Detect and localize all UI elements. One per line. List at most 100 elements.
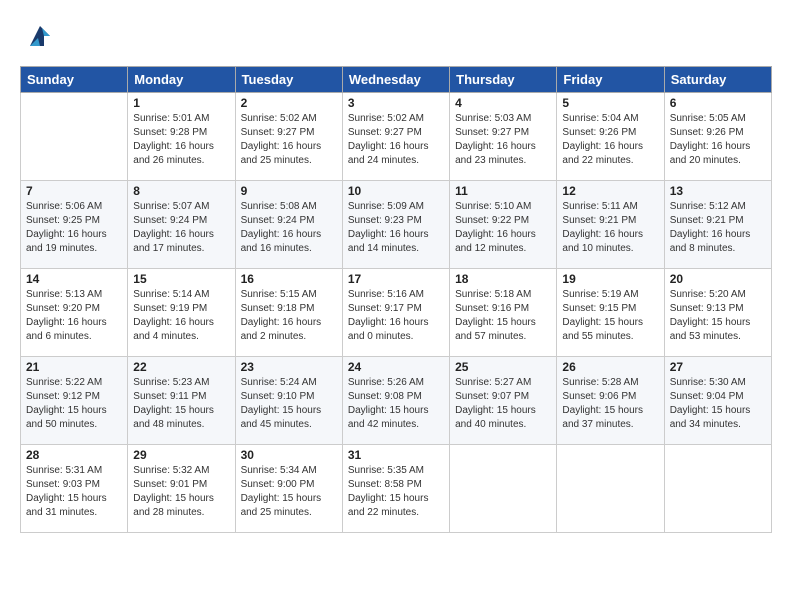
calendar-cell: 3 Sunrise: 5:02 AM Sunset: 9:27 PM Daylig…: [342, 93, 449, 181]
day-info: Sunrise: 5:30 AM Sunset: 9:04 PM Dayligh…: [670, 376, 766, 432]
calendar-cell: 31 Sunrise: 5:35 AM Sunset: 8:58 PM Dayli…: [342, 445, 449, 533]
day-info: Sunrise: 5:11 AM Sunset: 9:21 PM Dayligh…: [562, 200, 658, 256]
day-number: 4: [455, 96, 551, 110]
calendar-cell: [450, 445, 557, 533]
day-info: Sunrise: 5:06 AM Sunset: 9:25 PM Dayligh…: [26, 200, 122, 256]
calendar-cell: 2Sunrise: 5:02 AM Sunset: 9:27 PM Daylig…: [235, 93, 342, 181]
calendar-cell: 1 Sunrise: 5:01 AM Sunset: 9:28 PM Daylig…: [128, 93, 235, 181]
day-number: 30: [241, 448, 337, 462]
day-number: 27: [670, 360, 766, 374]
day-info: Sunrise: 5:10 AM Sunset: 9:22 PM Dayligh…: [455, 200, 551, 256]
day-info: Sunrise: 5:04 AM Sunset: 9:26 PM Dayligh…: [562, 112, 658, 168]
day-info: Sunrise: 5:32 AM Sunset: 9:01 PM Dayligh…: [133, 464, 229, 520]
calendar-cell: 7 Sunrise: 5:06 AM Sunset: 9:25 PM Daylig…: [21, 181, 128, 269]
weekday-header-row: SundayMondayTuesdayWednesdayThursdayFrid…: [21, 67, 772, 93]
calendar-cell: 9 Sunrise: 5:08 AM Sunset: 9:24 PM Daylig…: [235, 181, 342, 269]
logo-icon: [20, 18, 58, 56]
day-info: Sunrise: 5:14 AM Sunset: 9:19 PM Dayligh…: [133, 288, 229, 344]
day-info: Sunrise: 5:01 AM Sunset: 9:28 PM Dayligh…: [133, 112, 229, 168]
calendar-cell: [21, 93, 128, 181]
day-info: Sunrise: 5:34 AM Sunset: 9:00 PM Dayligh…: [241, 464, 337, 520]
day-number: 1: [133, 96, 229, 110]
day-number: 2: [241, 96, 337, 110]
calendar-cell: 29 Sunrise: 5:32 AM Sunset: 9:01 PM Dayli…: [128, 445, 235, 533]
day-number: 7: [26, 184, 122, 198]
day-number: 21: [26, 360, 122, 374]
day-info: Sunrise: 5:16 AM Sunset: 9:17 PM Dayligh…: [348, 288, 444, 344]
weekday-header-sunday: Sunday: [21, 67, 128, 93]
calendar-cell: 15 Sunrise: 5:14 AM Sunset: 9:19 PM Dayli…: [128, 269, 235, 357]
week-row-5: 28 Sunrise: 5:31 AM Sunset: 9:03 PM Dayli…: [21, 445, 772, 533]
day-number: 12: [562, 184, 658, 198]
week-row-3: 14 Sunrise: 5:13 AM Sunset: 9:20 PM Dayli…: [21, 269, 772, 357]
day-number: 16: [241, 272, 337, 286]
calendar-cell: [557, 445, 664, 533]
calendar-cell: 12 Sunrise: 5:11 AM Sunset: 9:21 PM Dayli…: [557, 181, 664, 269]
calendar-cell: 6Sunrise: 5:05 AM Sunset: 9:26 PM Daylig…: [664, 93, 771, 181]
weekday-header-saturday: Saturday: [664, 67, 771, 93]
day-number: 3: [348, 96, 444, 110]
weekday-header-friday: Friday: [557, 67, 664, 93]
day-number: 13: [670, 184, 766, 198]
logo: [20, 18, 62, 56]
day-number: 9: [241, 184, 337, 198]
day-info: Sunrise: 5:03 AM Sunset: 9:27 PM Dayligh…: [455, 112, 551, 168]
day-info: Sunrise: 5:13 AM Sunset: 9:20 PM Dayligh…: [26, 288, 122, 344]
day-info: Sunrise: 5:08 AM Sunset: 9:24 PM Dayligh…: [241, 200, 337, 256]
day-info: Sunrise: 5:09 AM Sunset: 9:23 PM Dayligh…: [348, 200, 444, 256]
calendar-cell: 5 Sunrise: 5:04 AM Sunset: 9:26 PM Daylig…: [557, 93, 664, 181]
calendar-cell: 4 Sunrise: 5:03 AM Sunset: 9:27 PM Daylig…: [450, 93, 557, 181]
day-number: 8: [133, 184, 229, 198]
day-number: 6: [670, 96, 766, 110]
day-number: 20: [670, 272, 766, 286]
day-info: Sunrise: 5:19 AM Sunset: 9:15 PM Dayligh…: [562, 288, 658, 344]
calendar-cell: 22 Sunrise: 5:23 AM Sunset: 9:11 PM Dayli…: [128, 357, 235, 445]
weekday-header-wednesday: Wednesday: [342, 67, 449, 93]
calendar-cell: 25Sunrise: 5:27 AM Sunset: 9:07 PM Dayli…: [450, 357, 557, 445]
calendar-cell: 30 Sunrise: 5:34 AM Sunset: 9:00 PM Dayli…: [235, 445, 342, 533]
day-number: 24: [348, 360, 444, 374]
day-info: Sunrise: 5:35 AM Sunset: 8:58 PM Dayligh…: [348, 464, 444, 520]
calendar-cell: 21 Sunrise: 5:22 AM Sunset: 9:12 PM Dayli…: [21, 357, 128, 445]
header: [20, 18, 772, 56]
calendar-cell: 11 Sunrise: 5:10 AM Sunset: 9:22 PM Dayli…: [450, 181, 557, 269]
week-row-4: 21 Sunrise: 5:22 AM Sunset: 9:12 PM Dayli…: [21, 357, 772, 445]
calendar-cell: 27 Sunrise: 5:30 AM Sunset: 9:04 PM Dayli…: [664, 357, 771, 445]
calendar-cell: 16Sunrise: 5:15 AM Sunset: 9:18 PM Dayli…: [235, 269, 342, 357]
page: SundayMondayTuesdayWednesdayThursdayFrid…: [0, 0, 792, 543]
day-number: 26: [562, 360, 658, 374]
calendar-cell: 14 Sunrise: 5:13 AM Sunset: 9:20 PM Dayli…: [21, 269, 128, 357]
day-info: Sunrise: 5:23 AM Sunset: 9:11 PM Dayligh…: [133, 376, 229, 432]
day-number: 5: [562, 96, 658, 110]
calendar-cell: 13Sunrise: 5:12 AM Sunset: 9:21 PM Dayli…: [664, 181, 771, 269]
day-info: Sunrise: 5:31 AM Sunset: 9:03 PM Dayligh…: [26, 464, 122, 520]
day-number: 14: [26, 272, 122, 286]
calendar-cell: 8 Sunrise: 5:07 AM Sunset: 9:24 PM Daylig…: [128, 181, 235, 269]
day-number: 15: [133, 272, 229, 286]
day-number: 10: [348, 184, 444, 198]
day-info: Sunrise: 5:20 AM Sunset: 9:13 PM Dayligh…: [670, 288, 766, 344]
day-number: 31: [348, 448, 444, 462]
day-number: 22: [133, 360, 229, 374]
weekday-header-tuesday: Tuesday: [235, 67, 342, 93]
calendar-cell: 17 Sunrise: 5:16 AM Sunset: 9:17 PM Dayli…: [342, 269, 449, 357]
day-info: Sunrise: 5:22 AM Sunset: 9:12 PM Dayligh…: [26, 376, 122, 432]
day-info: Sunrise: 5:02 AM Sunset: 9:27 PM Dayligh…: [348, 112, 444, 168]
day-info: Sunrise: 5:07 AM Sunset: 9:24 PM Dayligh…: [133, 200, 229, 256]
calendar-cell: [664, 445, 771, 533]
day-info: Sunrise: 5:26 AM Sunset: 9:08 PM Dayligh…: [348, 376, 444, 432]
day-number: 23: [241, 360, 337, 374]
day-info: Sunrise: 5:28 AM Sunset: 9:06 PM Dayligh…: [562, 376, 658, 432]
day-info: Sunrise: 5:24 AM Sunset: 9:10 PM Dayligh…: [241, 376, 337, 432]
calendar-cell: 10 Sunrise: 5:09 AM Sunset: 9:23 PM Dayli…: [342, 181, 449, 269]
calendar-cell: 20 Sunrise: 5:20 AM Sunset: 9:13 PM Dayli…: [664, 269, 771, 357]
calendar-cell: 28 Sunrise: 5:31 AM Sunset: 9:03 PM Dayli…: [21, 445, 128, 533]
day-number: 11: [455, 184, 551, 198]
day-number: 29: [133, 448, 229, 462]
day-number: 28: [26, 448, 122, 462]
weekday-header-monday: Monday: [128, 67, 235, 93]
day-number: 18: [455, 272, 551, 286]
day-number: 17: [348, 272, 444, 286]
day-number: 25: [455, 360, 551, 374]
calendar-cell: 26 Sunrise: 5:28 AM Sunset: 9:06 PM Dayli…: [557, 357, 664, 445]
